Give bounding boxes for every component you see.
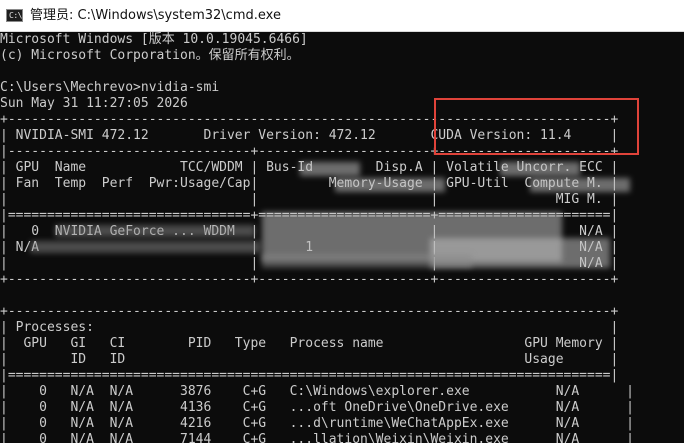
window-titlebar[interactable]: C:\ 管理员: C:\Windows\system32\cmd.exe (0, 0, 684, 32)
console-line: | 0 N/A N/A 3876 C+G C:\Windows\explorer… (0, 384, 634, 399)
console-output[interactable]: Microsoft Windows [版本 10.0.19045.6466] (… (0, 32, 684, 443)
cmd-icon: C:\ (6, 9, 23, 22)
console-line: | 0 N/A N/A 4216 C+G ...d\runtime\WeChat… (0, 416, 634, 431)
console-line: (c) Microsoft Corporation。保留所有权利。 (0, 48, 300, 63)
console-line: | 0 N/A N/A 4136 C+G ...oft OneDrive\One… (0, 400, 634, 415)
window-title: 管理员: C:\Windows\system32\cmd.exe (30, 8, 281, 23)
console-line: +---------------------------------------… (0, 304, 619, 319)
console-line: C:\Users\Mechrevo>nvidia-smi (0, 80, 220, 95)
cuda-version-highlight (434, 98, 639, 155)
console-line: | Processes: | (0, 320, 619, 335)
console-line: | GPU GI CI PID Type Process name GPU Me… (0, 336, 619, 351)
console-line: +-------------------------------+-------… (0, 272, 619, 287)
redaction-blur (530, 178, 630, 192)
console-line: | 0 N/A N/A 7144 C+G ...llation\Weixin\W… (0, 432, 634, 443)
redaction-blur (30, 241, 260, 253)
console-line: Microsoft Windows [版本 10.0.19045.6466] (0, 32, 308, 47)
console-line: |=======================================… (0, 368, 619, 383)
redaction-blur (300, 162, 360, 176)
redaction-blur (335, 178, 445, 192)
console-line: Sun May 31 11:27:05 2026 (0, 96, 188, 111)
console-line: | | | MIG M. | (0, 192, 619, 207)
cmd-icon-prompt: C:\ (9, 11, 22, 20)
redaction-blur (262, 254, 472, 268)
console-line: | ID ID Usage | (0, 352, 619, 367)
console-line: | Fan Temp Perf Pwr:Usage/Cap| Memory-Us… (0, 176, 619, 191)
redaction-blur (55, 225, 255, 237)
redaction-blur (500, 162, 580, 176)
